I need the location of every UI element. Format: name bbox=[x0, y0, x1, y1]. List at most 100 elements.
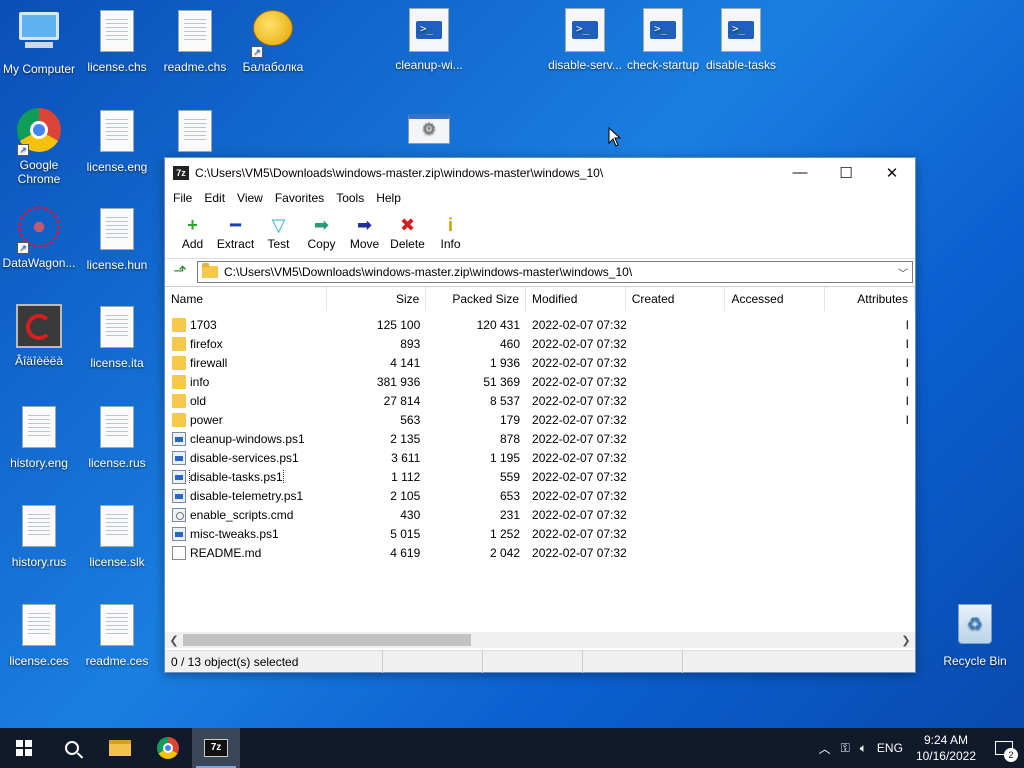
toolbar-button-label: Copy bbox=[307, 237, 336, 251]
desktop-icon-datawagon[interactable]: ↗ DataWagon... bbox=[0, 206, 78, 270]
file-name-cell: disable-telemetry.ps1 bbox=[165, 488, 327, 503]
desktop-icon-google-chrome[interactable]: ↗ Google Chrome bbox=[0, 108, 78, 186]
menu-favorites[interactable]: Favorites bbox=[269, 189, 330, 207]
column-header-accessed[interactable]: Accessed bbox=[725, 287, 826, 311]
file-name-cell: disable-services.ps1 bbox=[165, 450, 327, 465]
desktop-icon-my-computer[interactable]: My Computer bbox=[0, 8, 78, 76]
taskbar-file-explorer[interactable] bbox=[96, 728, 144, 768]
taskbar-chrome[interactable] bbox=[144, 728, 192, 768]
horizontal-scrollbar[interactable]: ❮ ❯ bbox=[165, 632, 915, 648]
file-row[interactable]: misc-tweaks.ps1 5 015 1 252 2022-02-07 07:3… bbox=[165, 524, 915, 543]
file-modified: 2022-02-07 07:32 bbox=[532, 317, 626, 332]
clock[interactable]: 9:24 AM 10/16/2022 bbox=[908, 732, 984, 764]
desktop-icon-history-rus[interactable]: history.rus bbox=[0, 503, 78, 569]
scroll-thumb[interactable] bbox=[183, 634, 471, 646]
desktop-icon-app[interactable]: Âîäîèëëà bbox=[0, 304, 78, 368]
info-button[interactable]: i Info bbox=[429, 209, 472, 251]
copy-button[interactable]: ➡ Copy bbox=[300, 209, 343, 251]
windows-logo-icon bbox=[16, 740, 32, 756]
move-button[interactable]: ➡ Move bbox=[343, 209, 386, 251]
scroll-right-icon[interactable]: ❯ bbox=[897, 634, 915, 647]
file-row[interactable]: firefox 893 460 2022-02-07 07:32 I bbox=[165, 334, 915, 353]
file-row[interactable]: power 563 179 2022-02-07 07:32 I bbox=[165, 410, 915, 429]
column-header-row: Name Size Packed Size Modified Created A… bbox=[165, 287, 915, 311]
menu-help[interactable]: Help bbox=[370, 189, 407, 207]
desktop-icon-disable-services[interactable]: >_ disable-serv... bbox=[546, 8, 624, 72]
document-icon bbox=[15, 604, 63, 650]
desktop-icon-license-slk[interactable]: license.slk bbox=[78, 503, 156, 569]
title-bar[interactable]: 7z C:\Users\VM5\Downloads\windows-master… bbox=[165, 158, 915, 187]
file-row[interactable]: old 27 814 8 537 2022-02-07 07:32 I bbox=[165, 391, 915, 410]
desktop-icon-document[interactable] bbox=[156, 108, 234, 160]
action-center-button[interactable]: 2 bbox=[984, 728, 1024, 768]
desktop-icon-license-rus[interactable]: license.rus bbox=[78, 404, 156, 470]
add-button[interactable]: + Add bbox=[171, 209, 214, 251]
file-row[interactable]: info 381 936 51 369 2022-02-07 07:32 I bbox=[165, 372, 915, 391]
delete-button[interactable]: ✖ Delete bbox=[386, 209, 429, 251]
desktop-icon-license-ces[interactable]: license.ces bbox=[0, 602, 78, 668]
desktop-icon-readme-chs[interactable]: readme.chs bbox=[156, 8, 234, 74]
menu-edit[interactable]: Edit bbox=[198, 189, 231, 207]
extract-button[interactable]: ━ Extract bbox=[214, 209, 257, 251]
column-header-attributes[interactable]: Attributes bbox=[825, 287, 915, 311]
maximize-button[interactable]: ☐ bbox=[823, 158, 869, 187]
desktop-icon-recycle-bin[interactable]: ♻ Recycle Bin bbox=[936, 602, 1014, 668]
file-name: power bbox=[190, 412, 223, 427]
desktop-icon-license-eng[interactable]: license.eng bbox=[78, 108, 156, 174]
document-icon bbox=[93, 505, 141, 551]
desktop-icon-readme-ces[interactable]: readme.ces bbox=[78, 602, 156, 668]
file-modified: 2022-02-07 07:32 bbox=[532, 488, 626, 503]
minimize-button[interactable]: — bbox=[777, 158, 823, 187]
file-row[interactable]: disable-services.ps1 3 611 1 195 2022-02-07… bbox=[165, 448, 915, 467]
file-row[interactable]: disable-tasks.ps1 1 112 559 2022-02-07 07:3… bbox=[165, 467, 915, 486]
start-button[interactable] bbox=[0, 728, 48, 768]
folder-icon bbox=[172, 336, 186, 351]
file-row[interactable]: disable-telemetry.ps1 2 105 653 2022-02-07 … bbox=[165, 486, 915, 505]
file-packed-size: 1 252 bbox=[489, 526, 521, 541]
document-icon bbox=[15, 505, 63, 551]
file-row[interactable]: cleanup-windows.ps1 2 135 878 2022-02-07 07… bbox=[165, 429, 915, 448]
file-packed-size: 51 369 bbox=[483, 374, 521, 389]
desktop-icon-cleanup-windows[interactable]: >_ cleanup-wi... bbox=[390, 8, 468, 72]
scroll-track[interactable] bbox=[183, 634, 897, 646]
desktop-icon-balabolka[interactable]: ↗ Балаболка bbox=[234, 8, 312, 74]
powershell-file-icon bbox=[172, 488, 186, 503]
desktop-icon-license-ita[interactable]: license.ita bbox=[78, 304, 156, 370]
menu-tools[interactable]: Tools bbox=[330, 189, 370, 207]
file-row[interactable]: README.md 4 619 2 042 2022-02-07 07:32 bbox=[165, 543, 915, 562]
column-header-size[interactable]: Size bbox=[327, 287, 427, 311]
file-name-cell: disable-tasks.ps1 bbox=[165, 469, 327, 484]
network-icon[interactable]: ⚿ bbox=[836, 741, 855, 756]
scroll-left-icon[interactable]: ❮ bbox=[165, 634, 183, 647]
file-packed-size: 1 936 bbox=[489, 355, 521, 370]
menu-file[interactable]: File bbox=[167, 189, 198, 207]
add-icon: + bbox=[187, 215, 198, 235]
column-header-name[interactable]: Name bbox=[165, 287, 327, 311]
column-header-packed-size[interactable]: Packed Size bbox=[426, 287, 527, 311]
close-button[interactable]: ✕ bbox=[869, 158, 915, 187]
desktop-icon-settings-window[interactable]: ⚙ bbox=[390, 108, 468, 164]
file-row[interactable]: enable_scripts.cmd 430 231 2022-02-07 07:32 bbox=[165, 505, 915, 524]
search-button[interactable] bbox=[48, 728, 96, 768]
column-header-modified[interactable]: Modified bbox=[526, 287, 626, 311]
column-header-created[interactable]: Created bbox=[626, 287, 726, 311]
file-row[interactable]: firewall 4 141 1 936 2022-02-07 07:32 I bbox=[165, 353, 915, 372]
desktop-icon-disable-tasks[interactable]: >_ disable-tasks bbox=[702, 8, 780, 72]
file-row[interactable]: 1703 125 100 120 431 2022-02-07 07:32 I bbox=[165, 315, 915, 334]
folder-icon bbox=[202, 263, 218, 278]
desktop-icon-history-eng[interactable]: history.eng bbox=[0, 404, 78, 470]
menu-view[interactable]: View bbox=[231, 189, 269, 207]
desktop-icon-license-hun[interactable]: license.hun bbox=[78, 206, 156, 272]
up-folder-button[interactable]: ⬏ bbox=[169, 262, 191, 282]
address-combobox[interactable]: C:\Users\VM5\Downloads\windows-master.zi… bbox=[197, 261, 913, 283]
speaker-icon[interactable]: 🔈︎ bbox=[855, 741, 872, 756]
taskbar-7zip[interactable]: 7z bbox=[192, 728, 240, 768]
file-rows: 1703 125 100 120 431 2022-02-07 07:32 Ifiref… bbox=[165, 311, 915, 562]
desktop-icon-check-startup[interactable]: >_ check-startup bbox=[624, 8, 702, 72]
desktop-icon-license-chs[interactable]: license.chs bbox=[78, 8, 156, 74]
file-name-cell: firewall bbox=[165, 355, 327, 370]
chevron-down-icon[interactable]: ﹀ bbox=[894, 265, 912, 280]
show-hidden-icons-chevron-up-icon[interactable]: ︿ bbox=[814, 740, 836, 757]
test-button[interactable]: ▽ Test bbox=[257, 209, 300, 251]
language-indicator[interactable]: ENG bbox=[872, 741, 908, 755]
